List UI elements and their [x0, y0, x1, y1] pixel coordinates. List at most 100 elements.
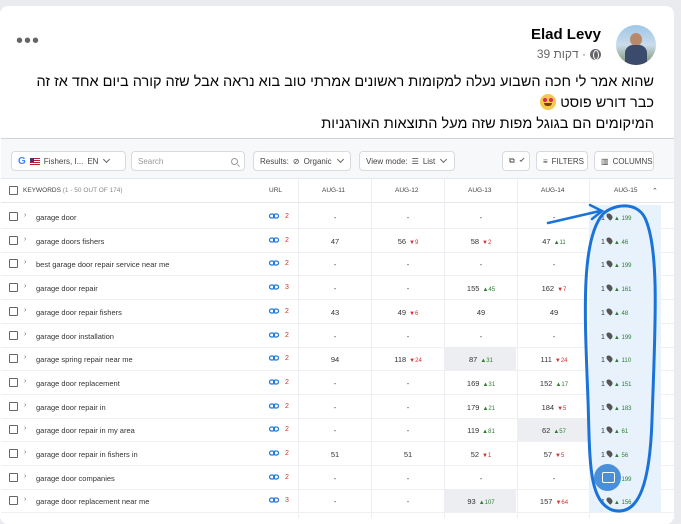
keyword-text: garage door repair fishers — [36, 307, 122, 317]
chevron-right-icon[interactable]: › — [24, 283, 26, 290]
results-dropdown[interactable]: Results: ⊘ Organic — [253, 151, 351, 171]
chevron-right-icon[interactable]: › — [24, 259, 26, 266]
search-input[interactable]: Search — [131, 151, 245, 171]
link-icon[interactable] — [269, 353, 279, 363]
table-row[interactable]: › garage door installation 2 - - - - 1 ▲ 199 — [1, 323, 674, 348]
aug15-rank-cell: 1 ▲ 199 — [601, 212, 632, 222]
rank-change: ▲11 — [553, 239, 566, 246]
rank-cell-d14: - — [518, 260, 590, 269]
chevron-right-icon[interactable]: › — [24, 354, 26, 361]
table-row[interactable]: ›garage door companies2----1▲ 199 — [1, 465, 674, 490]
sort-up-icon[interactable]: ⌃ — [652, 187, 658, 195]
row-checkbox[interactable] — [9, 425, 18, 435]
row-checkbox[interactable] — [9, 401, 18, 411]
rank-cell-d13: 87 ▲31 — [445, 355, 517, 364]
rank-change: ▲ 46 — [613, 239, 629, 246]
keyword-text: garage door replacement — [36, 378, 120, 388]
chevron-right-icon[interactable]: › — [24, 425, 26, 432]
avatar[interactable] — [616, 25, 656, 65]
link-icon[interactable] — [269, 211, 279, 221]
table-row[interactable]: › garage spring repair near me 2 94 118 ▼24 87… — [1, 347, 674, 372]
map-pin-icon — [605, 496, 614, 506]
table-row[interactable]: › garage door replacement 2- -169 ▲31 152 ▲17 1… — [1, 370, 674, 395]
copy-button[interactable]: ⧉ — [502, 151, 530, 171]
table-row[interactable]: › garage door repair in my area 2- -119 ▲81 6… — [1, 418, 674, 443]
row-checkbox[interactable] — [9, 283, 18, 293]
more-dots-icon[interactable]: ••• — [16, 31, 40, 51]
link-icon[interactable] — [269, 258, 279, 268]
rank-change: ▲17 — [555, 381, 569, 388]
url-header[interactable]: URL — [269, 187, 282, 194]
table-row[interactable]: › best garage door repair service near me… — [1, 252, 674, 277]
table-row[interactable]: › garage doors fishers 2 47 56 ▼9 58 ▼2 47 ▲11 1 ▲ … — [1, 228, 674, 253]
rank-value: 1 — [601, 286, 605, 294]
chevron-right-icon[interactable]: › — [24, 449, 26, 456]
row-checkbox[interactable] — [9, 330, 18, 340]
chevron-right-icon[interactable]: › — [24, 473, 26, 480]
link-icon[interactable] — [269, 330, 279, 340]
rank-value: - — [552, 473, 556, 483]
row-checkbox[interactable] — [9, 212, 18, 221]
chevron-right-icon[interactable]: › — [24, 402, 26, 409]
url-count: 2 — [285, 331, 289, 339]
link-icon[interactable] — [269, 401, 279, 411]
link-icon[interactable] — [269, 472, 279, 482]
rank-cell-d14: - — [518, 474, 590, 483]
table-row[interactable]: › garage door repair in 2- -179 ▲21 184 ▼5 1 ▲ 1… — [1, 394, 674, 419]
row-checkbox[interactable] — [9, 259, 18, 269]
rank-value: 51 — [330, 450, 340, 459]
rank-value: 62 — [542, 426, 551, 436]
date-header-aug12[interactable]: AUG-12 — [395, 187, 418, 194]
date-header-aug13[interactable]: AUG-13 — [468, 187, 491, 194]
chat-bubble-icon[interactable] — [594, 464, 621, 491]
date-header-aug15[interactable]: AUG-15 — [614, 187, 637, 194]
row-checkbox[interactable] — [9, 472, 18, 482]
chevron-right-icon[interactable]: › — [24, 496, 26, 503]
rank-value: - — [552, 331, 556, 341]
keywords-header[interactable]: KEYWORDS (1 - 50 OUT OF 174) — [23, 187, 123, 194]
chevron-right-icon[interactable]: › — [24, 212, 26, 219]
date-header-aug11[interactable]: AUG-11 — [322, 187, 345, 194]
filters-button[interactable]: ≡ FILTERS — [536, 151, 588, 171]
rank-tracker-screenshot[interactable]: G Fishers, I... EN Search Results: ⊘ Org… — [1, 138, 674, 518]
select-all-checkbox[interactable] — [9, 186, 18, 195]
rank-cell-d13: 93 ▲107 — [445, 497, 517, 506]
link-icon[interactable] — [269, 282, 279, 292]
link-icon[interactable] — [269, 495, 279, 505]
rank-value: 1 — [601, 380, 605, 388]
rank-value: - — [406, 426, 410, 436]
rank-cell-d14: 47 ▲11 — [518, 237, 590, 246]
keyword-text: garage doors fishers — [36, 236, 105, 246]
chevron-right-icon[interactable]: › — [24, 236, 26, 243]
table-row[interactable]: › garage door 2 - - - - 1 ▲ 199 — [1, 205, 674, 229]
chevron-right-icon[interactable]: › — [24, 378, 26, 385]
link-icon[interactable] — [269, 235, 279, 245]
table-row[interactable]: › garage door repair 3- -155 ▲45 162 ▼7 1 ▲ 161 — [1, 276, 674, 301]
chevron-right-icon[interactable]: › — [24, 307, 26, 314]
link-icon[interactable] — [269, 424, 279, 434]
row-checkbox[interactable] — [9, 306, 18, 316]
rank-value: 169 — [466, 378, 480, 388]
row-checkbox[interactable] — [9, 449, 18, 458]
row-checkbox[interactable] — [9, 354, 18, 364]
link-icon[interactable] — [269, 306, 279, 316]
rank-value: 119 — [467, 426, 480, 436]
link-icon[interactable] — [269, 377, 279, 387]
columns-button[interactable]: ▥ COLUMNS — [594, 151, 654, 171]
row-checkbox[interactable] — [9, 496, 18, 506]
chevron-right-icon[interactable]: › — [24, 331, 26, 338]
table-row[interactable]: › garage door replacement near me 3 - - 93 ▲10… — [1, 489, 674, 514]
location-selector[interactable]: G Fishers, I... EN — [11, 151, 126, 171]
date-header-aug14[interactable]: AUG-14 — [541, 187, 564, 194]
view-mode-dropdown[interactable]: View mode: ☰ List — [359, 151, 455, 171]
row-checkbox[interactable] — [9, 235, 18, 245]
rank-value: 179 — [466, 402, 480, 412]
row-checkbox[interactable] — [9, 377, 18, 387]
rank-cell-d12: - — [372, 332, 444, 341]
table-row[interactable]: › garage door repair fishers 2 43 49 ▼6 49 49 1 ▲… — [1, 299, 674, 324]
url-count: 2 — [285, 260, 289, 268]
table-row[interactable]: › garage door repair in fishers in 2 51 51 52… — [1, 442, 674, 466]
post-time[interactable]: 39 דקות · — [537, 47, 586, 61]
author-name[interactable]: Elad Levy — [531, 26, 601, 43]
link-icon[interactable] — [269, 448, 279, 458]
